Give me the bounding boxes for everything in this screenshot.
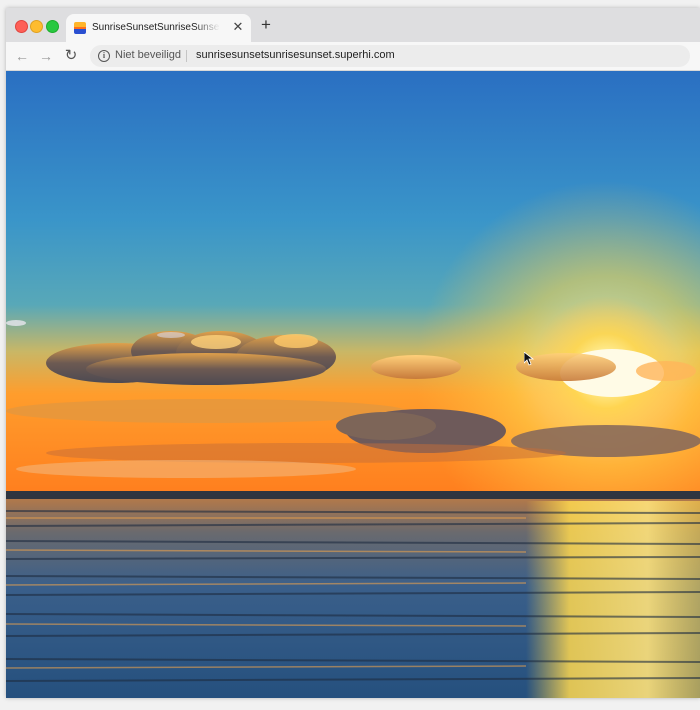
forward-arrow-icon[interactable]: →: [36, 46, 56, 66]
reload-icon[interactable]: ↻: [61, 46, 81, 66]
minimize-window-button[interactable]: [30, 20, 43, 33]
tab-bar: SunriseSunsetSunriseSunset - SuperHi ✕ +: [6, 8, 700, 42]
info-icon[interactable]: i: [98, 50, 110, 62]
omnibox-divider: [186, 50, 187, 62]
close-icon[interactable]: ✕: [230, 19, 246, 35]
new-tab-button[interactable]: +: [258, 16, 274, 33]
sunset-over-sea-photo: [6, 71, 700, 698]
address-bar[interactable]: i Niet beveiligd sunrisesunsetsunrisesun…: [90, 45, 690, 67]
sunset-favicon-icon: [74, 22, 86, 34]
close-window-button[interactable]: [15, 20, 28, 33]
mouse-cursor-icon: [524, 352, 534, 366]
back-arrow-icon[interactable]: ←: [12, 46, 32, 66]
tab-active[interactable]: SunriseSunsetSunriseSunset - SuperHi ✕: [66, 14, 251, 42]
security-status-label[interactable]: Niet beveiligd: [115, 49, 181, 61]
browser-toolbar: ← → ↻ i Niet beveiligd sunrisesunsetsunr…: [6, 42, 700, 71]
url-text[interactable]: sunrisesunsetsunrisesunset.superhi.com: [196, 49, 395, 61]
browser-window: SunriseSunsetSunriseSunset - SuperHi ✕ +…: [6, 8, 700, 698]
page-viewport: [6, 71, 700, 698]
tab-title: SunriseSunsetSunriseSunset - SuperHi: [92, 22, 220, 33]
maximize-window-button[interactable]: [46, 20, 59, 33]
